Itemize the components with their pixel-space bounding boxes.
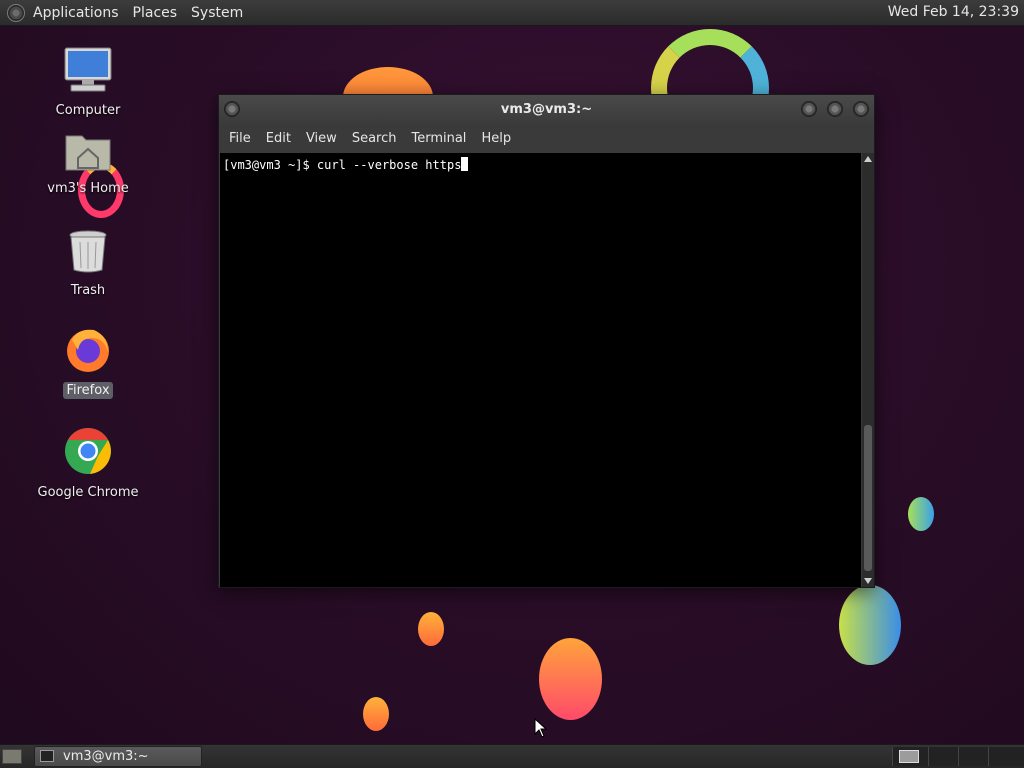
top-panel: Applications Places System Wed Feb 14, 2…	[0, 0, 1024, 26]
desktop-icon-label: Computer	[55, 103, 121, 118]
menu-terminal[interactable]: Terminal	[411, 131, 466, 146]
desktop-icon-chrome[interactable]: Google Chrome	[33, 426, 143, 501]
desktop-icon-computer[interactable]: Computer	[33, 46, 143, 119]
menu-view[interactable]: View	[306, 131, 337, 146]
minimize-button[interactable]	[801, 101, 817, 117]
typed-command: curl --verbose https	[316, 158, 462, 172]
desktop-icon-label: Google Chrome	[37, 485, 139, 500]
scrollbar-thumb[interactable]	[864, 425, 872, 571]
decorative-blob	[539, 638, 602, 720]
decorative-blob	[908, 497, 934, 531]
trash-icon	[69, 230, 107, 273]
maximize-button[interactable]	[827, 101, 843, 117]
chrome-icon	[65, 428, 111, 474]
panel-clock[interactable]: Wed Feb 14, 23:39	[888, 4, 1019, 20]
distro-logo-icon[interactable]	[7, 3, 25, 22]
computer-icon	[64, 47, 112, 92]
workspace-4[interactable]	[988, 747, 1024, 766]
home-folder-icon	[65, 135, 111, 171]
desktop-icon-label: Firefox	[63, 382, 113, 399]
decorative-blob	[839, 585, 901, 665]
window-title: vm3@vm3:~	[500, 102, 593, 117]
desktop-icon-trash[interactable]: Trash	[33, 228, 143, 299]
window-menu-button[interactable]	[224, 101, 240, 117]
desktop-icon-label: vm3's Home	[47, 181, 129, 196]
terminal-menubar: File Edit View Search Terminal Help	[219, 125, 874, 152]
menu-edit[interactable]: Edit	[266, 131, 291, 146]
menu-system[interactable]: System	[191, 5, 243, 21]
text-cursor	[461, 157, 469, 171]
taskbar-label: vm3@vm3:~	[63, 749, 149, 764]
terminal-output[interactable]: [vm3@vm3 ~]$ curl --verbose https	[220, 153, 861, 587]
scroll-up-arrow-icon[interactable]	[864, 156, 872, 162]
workspace-window-thumbnail	[899, 750, 919, 763]
firefox-icon	[67, 329, 109, 372]
menu-help[interactable]: Help	[481, 131, 511, 146]
window-titlebar[interactable]: vm3@vm3:~	[219, 95, 874, 125]
menu-places[interactable]: Places	[133, 5, 178, 21]
mouse-pointer-icon	[534, 718, 548, 738]
menu-applications[interactable]: Applications	[33, 5, 119, 21]
menu-file[interactable]: File	[229, 131, 251, 146]
show-desktop-icon[interactable]	[2, 749, 22, 764]
taskbar-terminal-button[interactable]: vm3@vm3:~	[34, 746, 202, 767]
close-button[interactable]	[853, 101, 869, 117]
shell-prompt: [vm3@vm3 ~]$	[223, 158, 317, 172]
desktop-icon-home[interactable]: vm3's Home	[33, 128, 143, 197]
desktop-icon-firefox[interactable]: Firefox	[33, 326, 143, 399]
terminal-icon	[40, 750, 54, 762]
decorative-blob	[418, 612, 444, 646]
scroll-down-arrow-icon[interactable]	[864, 578, 872, 584]
terminal-scrollbar[interactable]	[862, 153, 874, 587]
bottom-panel: vm3@vm3:~	[0, 744, 1024, 768]
menu-search[interactable]: Search	[352, 131, 397, 146]
workspace-1[interactable]	[892, 747, 928, 766]
decorative-blob	[363, 697, 389, 731]
desktop-icon-label: Trash	[70, 283, 106, 298]
terminal-window[interactable]: vm3@vm3:~ File Edit View Search Terminal…	[218, 94, 875, 588]
